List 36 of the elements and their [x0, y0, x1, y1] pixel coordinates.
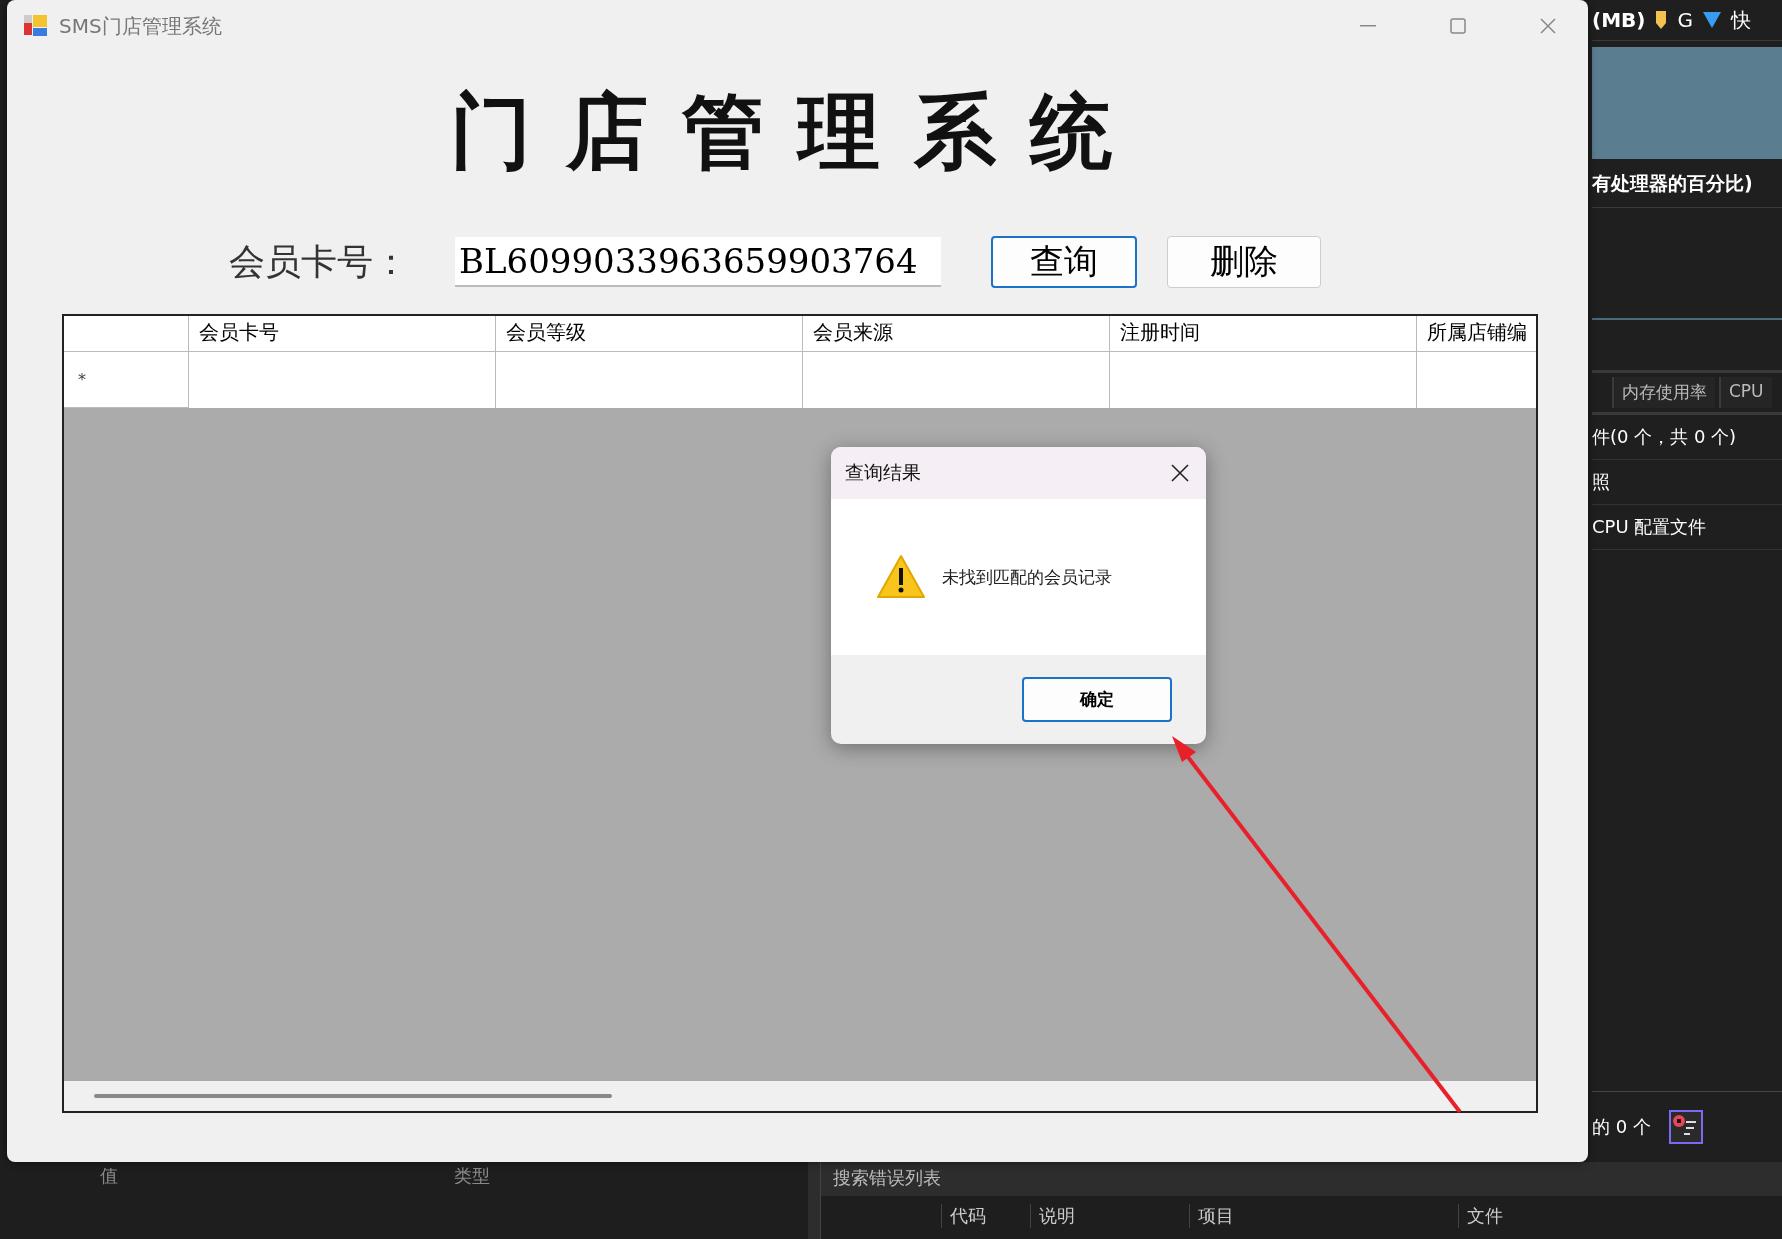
close-icon: [1171, 464, 1189, 482]
scrollbar-thumb[interactable]: [94, 1094, 612, 1098]
ok-button[interactable]: 确定: [1022, 677, 1172, 722]
dialog-title: 查询结果: [845, 460, 922, 485]
app-heading: 门店管理系统: [449, 82, 1146, 181]
panel-title: 搜索错误列表: [821, 1162, 1782, 1196]
column-header[interactable]: 项目: [1189, 1204, 1458, 1228]
panel-tab[interactable]: CPU: [1719, 377, 1772, 408]
query-button[interactable]: 查询: [991, 236, 1137, 288]
close-icon: [1540, 18, 1556, 34]
panel-list-item[interactable]: CPU 配置文件: [1592, 505, 1782, 550]
column-header[interactable]: 代码: [941, 1204, 1030, 1228]
app-icon: [23, 14, 49, 38]
panel-list-item[interactable]: 件(0 个，共 0 个): [1592, 415, 1782, 460]
triangle-icon: [1702, 12, 1721, 28]
window-title: SMS门店管理系统: [59, 12, 223, 40]
shield-icon: [1655, 10, 1668, 30]
event-label: G: [1677, 8, 1693, 32]
column-header[interactable]: 文件: [1458, 1204, 1587, 1228]
panel-tab[interactable]: 内存使用率: [1612, 377, 1715, 408]
panel-list-item[interactable]: 照: [1592, 460, 1782, 505]
dialog-message: 未找到匹配的会员记录: [942, 565, 1112, 589]
column-header[interactable]: 说明: [1030, 1204, 1189, 1228]
cpu-graph-caption: 有处理器的百分比): [1592, 159, 1782, 208]
maximize-icon: [1450, 18, 1466, 34]
card-number-field[interactable]: BL6099033963659903764: [455, 237, 941, 287]
card-number-label: 会员卡号：: [229, 239, 410, 284]
filter-button[interactable]: [1668, 1110, 1703, 1144]
column-header: 类型: [454, 1164, 491, 1188]
column-header: 值: [100, 1164, 119, 1188]
warning-icon: [876, 554, 926, 600]
memory-heading: (MB): [1592, 8, 1646, 32]
minimize-icon: [1360, 25, 1376, 27]
snapshot-label: 快: [1730, 6, 1751, 34]
delete-button[interactable]: 删除: [1167, 236, 1321, 288]
count-text: 的 0 个: [1592, 1115, 1651, 1139]
